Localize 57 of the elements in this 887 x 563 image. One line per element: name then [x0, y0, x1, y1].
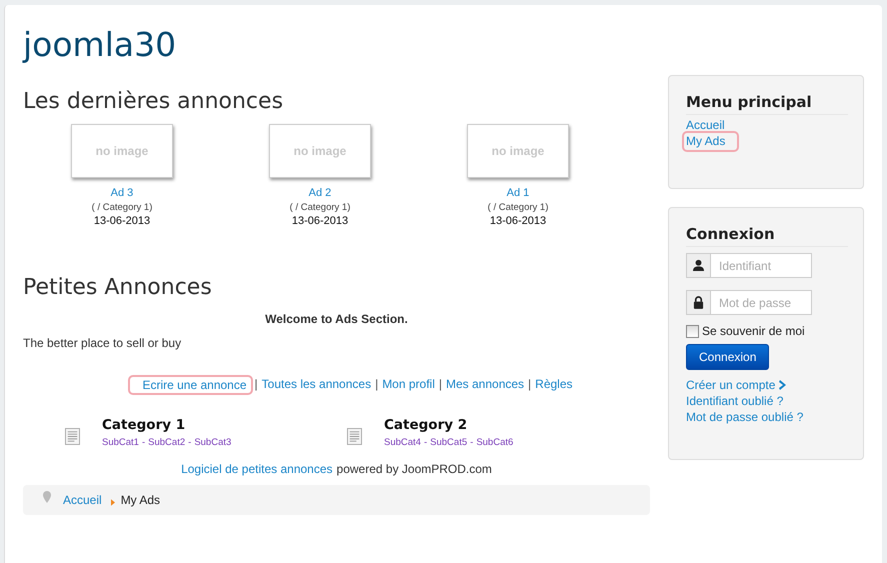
footer-link[interactable]: Logiciel de petites annonces [181, 462, 333, 476]
account-link[interactable]: Créer un compte [686, 377, 788, 393]
login-button[interactable]: Connexion [686, 344, 770, 370]
subcategory-link[interactable]: SubCat4 [384, 437, 421, 448]
menu-link[interactable]: My Ads [684, 133, 738, 150]
user-icon [693, 259, 704, 272]
arrow-icon [110, 498, 115, 506]
account-link[interactable]: Identifiant oublié ? [686, 393, 784, 409]
ad-category: ( / Category 1) [92, 202, 152, 213]
document-icon [65, 428, 80, 445]
separator: - [142, 437, 146, 448]
ad-category: ( / Category 1) [290, 202, 350, 213]
subcategory-link[interactable]: SubCat5 [430, 437, 468, 448]
document-icon [347, 428, 362, 445]
tagline: The better place to sell or buy [23, 336, 182, 350]
subcategory-link[interactable]: SubCat3 [194, 437, 232, 448]
separator: - [470, 437, 474, 448]
breadcrumb-link[interactable]: Accueil [63, 493, 102, 507]
account-link[interactable]: Mot de passe oublié ? [686, 409, 804, 425]
ad-link[interactable]: Ad 2 [308, 187, 332, 199]
footer-text: powered by JoomPROD.com [336, 462, 492, 476]
separator: | [375, 377, 378, 393]
category-title[interactable]: Category 1 [102, 417, 232, 433]
section-heading: Petites Annonces [23, 274, 212, 302]
separator: - [188, 437, 192, 448]
ad-link[interactable]: Ad 1 [506, 187, 530, 199]
separator: - [424, 437, 428, 448]
separator: | [528, 377, 532, 393]
category-title[interactable]: Category 2 [384, 417, 514, 433]
ad-date: 13-06-2013 [292, 215, 348, 227]
subcategory-link[interactable]: SubCat2 [148, 437, 186, 448]
nav-link[interactable]: Mes annonces [446, 377, 524, 393]
password-field[interactable]: Mot de passe [711, 290, 812, 315]
ad-link[interactable]: Ad 3 [110, 187, 134, 199]
username-field[interactable]: Identifiant [711, 253, 812, 278]
separator: | [254, 377, 258, 393]
lock-icon [693, 296, 704, 309]
nav-link[interactable]: Mon profil [382, 377, 435, 393]
welcome-text: Welcome to Ads Section. [265, 312, 408, 326]
section-heading: Les dernières annonces [23, 88, 284, 116]
panel-title: Menu principal [686, 93, 848, 115]
ad-category: ( / Category 1) [488, 202, 548, 213]
panel-title: Connexion [686, 225, 848, 247]
site-title[interactable]: joomla30 [23, 25, 176, 65]
ad-date: 13-06-2013 [94, 215, 150, 227]
nav-link[interactable]: Toutes les annonces [262, 377, 372, 393]
checkbox[interactable] [686, 324, 699, 338]
separator: | [438, 377, 442, 393]
checkbox-label: Se souvenir de moi [702, 324, 805, 338]
location-pin-icon [43, 491, 51, 503]
ad-date: 13-06-2013 [490, 215, 546, 227]
breadcrumb-current: My Ads [120, 493, 160, 507]
nav-link[interactable]: Règles [535, 377, 573, 393]
subcategory-link[interactable]: SubCat6 [476, 437, 514, 448]
menu-link[interactable]: Accueil [686, 118, 725, 133]
nav-link[interactable]: Ecrire une annonce [130, 377, 251, 393]
subcategory-link[interactable]: SubCat1 [102, 437, 139, 448]
